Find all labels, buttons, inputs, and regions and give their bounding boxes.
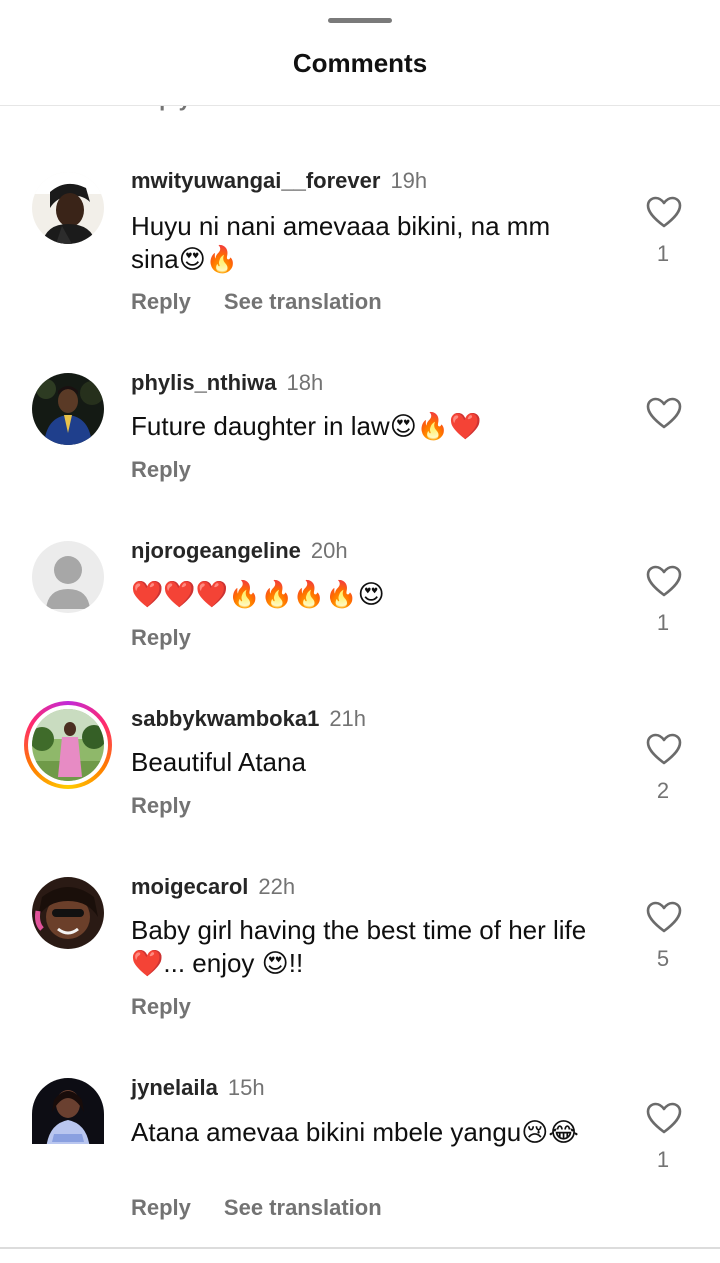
reply-button[interactable]: Reply <box>131 793 191 818</box>
see-translation-button[interactable]: See translation <box>224 289 382 314</box>
bottom-divider <box>0 1247 720 1249</box>
like-button[interactable] <box>646 196 682 228</box>
heart-icon <box>646 1102 682 1134</box>
comment-meta: phylis_nthiwa 18h <box>131 370 323 396</box>
comment-actions: Reply <box>131 457 191 483</box>
avatar[interactable] <box>32 1078 104 1144</box>
like-count: 1 <box>656 1147 670 1172</box>
comment-time: 21h <box>329 706 367 731</box>
comments-sheet: Reply Comments mwityuwangai__forever19h … <box>0 0 720 1263</box>
heart-icon <box>646 901 682 933</box>
heart-icon <box>646 196 682 228</box>
comment-actions: Reply <box>131 625 191 651</box>
comment-text: Future daughter in law😍🔥❤️ <box>131 411 482 441</box>
heart-icon <box>646 565 682 597</box>
sheet-header: Comments <box>0 0 720 106</box>
reply-button[interactable]: Reply <box>131 289 191 314</box>
comment-time: 22h <box>258 874 296 899</box>
avatar-story-ring[interactable] <box>24 701 112 789</box>
reply-button[interactable]: Reply <box>131 1195 191 1220</box>
comment-meta: jynelaila 15h <box>131 1075 265 1101</box>
reply-button[interactable]: Reply <box>131 625 191 650</box>
comment-time: 15h <box>227 1075 265 1100</box>
like-button[interactable] <box>646 733 682 765</box>
comment-meta: moigecarol 22h <box>131 874 295 900</box>
profile-photo-icon <box>32 877 104 949</box>
comment-text: ❤️❤️❤️🔥🔥🔥🔥😍 <box>131 579 385 609</box>
comment-time: 18h <box>286 370 324 395</box>
username[interactable]: njorogeangeline <box>131 538 301 563</box>
like-count: 2 <box>656 778 670 803</box>
like-count: 5 <box>656 946 670 971</box>
username[interactable]: jynelaila <box>131 1075 218 1100</box>
see-translation-button[interactable]: See translation <box>224 1195 382 1220</box>
username[interactable]: phylis_nthiwa <box>131 370 276 395</box>
comment-actions: Reply See translation <box>131 1195 382 1221</box>
like-count: 1 <box>656 610 670 635</box>
avatar[interactable] <box>32 172 104 244</box>
profile-photo-icon <box>32 709 104 781</box>
like-count: 1 <box>656 241 670 266</box>
like-button[interactable] <box>646 1102 682 1134</box>
profile-photo-icon <box>32 373 104 445</box>
comment-text: Baby girl having the best time of her li… <box>131 915 587 978</box>
comment-text: Huyu ni nani amevaaa bikini, na mm sina😍… <box>131 211 551 274</box>
comment-time: 20h <box>310 538 348 563</box>
reply-button[interactable]: Reply <box>131 457 191 482</box>
reply-button[interactable]: Reply <box>131 994 191 1019</box>
username[interactable]: mwityuwangai__forever <box>131 168 380 193</box>
page-title: Comments <box>292 48 428 78</box>
comment-time: 19h <box>390 168 428 193</box>
drag-handle[interactable] <box>328 18 392 23</box>
heart-icon <box>646 733 682 765</box>
comment-meta: mwityuwangai__forever 19h <box>131 168 427 194</box>
heart-icon <box>646 397 682 429</box>
like-button[interactable] <box>646 565 682 597</box>
default-person-icon <box>32 541 104 613</box>
avatar[interactable] <box>32 877 104 949</box>
comment-meta: njorogeangeline 20h <box>131 538 348 564</box>
profile-photo-icon <box>32 172 104 244</box>
like-button[interactable] <box>646 901 682 933</box>
username[interactable]: sabbykwamboka1 <box>131 706 319 731</box>
comment-actions: Reply <box>131 994 191 1020</box>
profile-photo-icon <box>32 1078 104 1144</box>
comment-actions: Reply See translation <box>131 289 382 315</box>
avatar[interactable] <box>32 541 104 613</box>
username[interactable]: moigecarol <box>131 874 248 899</box>
comment-text: Beautiful Atana <box>131 747 306 777</box>
comment-text: Atana amevaa bikini mbele yangu😢😂 <box>131 1117 579 1147</box>
comment-actions: Reply <box>131 793 191 819</box>
avatar[interactable] <box>32 373 104 445</box>
comment-meta: sabbykwamboka1 21h <box>131 706 366 732</box>
avatar <box>32 709 104 781</box>
like-button[interactable] <box>646 397 682 429</box>
